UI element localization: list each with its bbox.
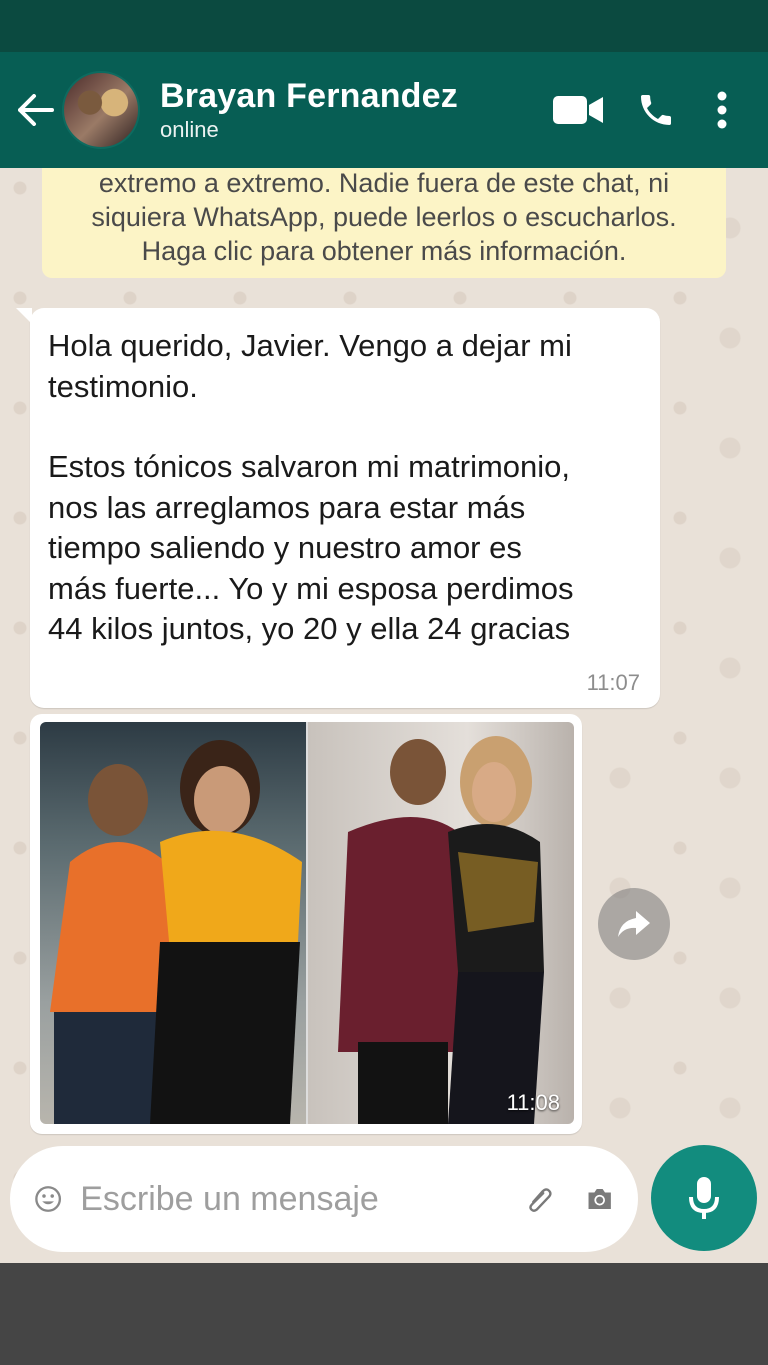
banner-line: siquiera WhatsApp, puede leerlos o escuc… xyxy=(91,202,677,232)
contact-info[interactable]: Brayan Fernandez online xyxy=(160,76,550,144)
more-vert-icon xyxy=(717,91,727,129)
paperclip-icon[interactable] xyxy=(525,1174,554,1224)
contact-name: Brayan Fernandez xyxy=(160,77,458,115)
video-call-button[interactable] xyxy=(550,82,606,138)
message-line: 44 kilos juntos, yo 20 y ella 24 gracias xyxy=(48,611,571,646)
photo-before xyxy=(40,722,306,1124)
message-time: 11:07 xyxy=(586,670,640,695)
photo-after xyxy=(306,722,574,1124)
forward-icon xyxy=(618,911,650,937)
phone-icon xyxy=(641,95,671,125)
voice-message-button[interactable] xyxy=(651,1145,757,1251)
video-call-icon xyxy=(553,96,603,124)
message-line: testimonio. xyxy=(48,368,198,404)
message-line: Estos tónicos salvaron mi matrimonio, xyxy=(48,449,571,484)
message-time: 11:08 xyxy=(506,1090,560,1115)
avatar[interactable] xyxy=(62,71,140,149)
message-line: nos las arreglamos para estar más xyxy=(48,489,526,525)
message-line: Hola querido, Javier. Vengo a dejar mi xyxy=(48,328,572,363)
banner-line: Haga clic para obtener más información. xyxy=(141,236,627,266)
message-bubble-text[interactable]: Hola querido, Javier. Vengo a dejar mi t… xyxy=(16,308,660,708)
message-composer xyxy=(10,1146,638,1252)
forward-button[interactable] xyxy=(598,888,670,960)
menu-button[interactable] xyxy=(706,82,738,138)
arrow-back-icon xyxy=(18,94,54,126)
contact-status: online xyxy=(160,117,219,142)
chat-header: Brayan Fernandez online xyxy=(0,52,768,168)
photo[interactable]: 11:08 xyxy=(40,722,574,1124)
message-line: tiempo saliendo y nuestro amor es xyxy=(48,530,522,565)
call-button[interactable] xyxy=(628,82,684,138)
message-input[interactable] xyxy=(78,1178,526,1220)
camera-icon[interactable] xyxy=(585,1174,614,1224)
message-line: más fuerte... Yo y mi esposa perdimos xyxy=(48,570,574,606)
chat-area[interactable]: extremo a extremo. Nadie fuera de este c… xyxy=(0,168,768,1263)
back-button[interactable] xyxy=(16,90,56,130)
banner-line: extremo a extremo. Nadie fuera de este c… xyxy=(98,168,670,198)
emoji-icon[interactable] xyxy=(34,1175,62,1223)
encryption-banner[interactable]: extremo a extremo. Nadie fuera de este c… xyxy=(42,168,726,278)
system-nav-bar xyxy=(0,1263,768,1365)
message-bubble-image[interactable]: 11:08 xyxy=(30,714,582,1134)
status-bar xyxy=(0,0,768,52)
microphone-icon xyxy=(689,1177,719,1219)
